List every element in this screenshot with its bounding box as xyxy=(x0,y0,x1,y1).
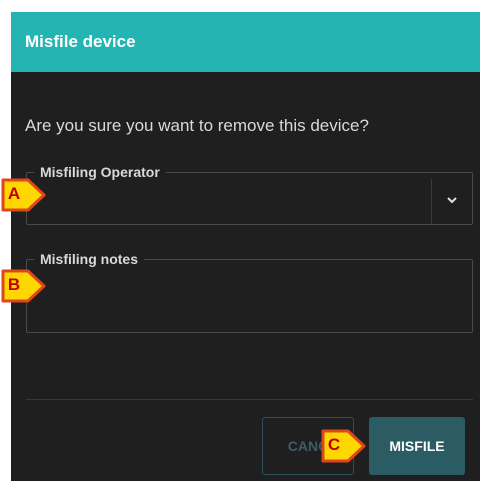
dialog-title: Misfile device xyxy=(25,32,136,51)
dialog-header: Misfile device xyxy=(11,12,480,72)
misfiling-operator-select[interactable]: Misfiling Operator xyxy=(26,164,473,225)
misfiling-notes-label: Misfiling notes xyxy=(40,251,138,267)
misfile-button[interactable]: MISFILE xyxy=(369,417,465,475)
misfiling-operator-label: Misfiling Operator xyxy=(40,164,160,180)
callout-marker-a: A xyxy=(0,177,46,215)
callout-label-a: A xyxy=(7,184,21,203)
misfile-dialog: Misfile device Are you sure you want to … xyxy=(11,12,480,481)
callout-marker-b: B xyxy=(0,268,46,306)
chevron-down-icon[interactable] xyxy=(442,190,462,210)
footer-divider xyxy=(26,399,473,400)
callout-marker-c: C xyxy=(320,428,366,466)
callout-label-b: B xyxy=(7,275,21,294)
callout-label-c: C xyxy=(327,435,341,454)
select-separator xyxy=(431,179,432,224)
confirm-question: Are you sure you want to remove this dev… xyxy=(25,116,369,135)
misfiling-notes-field[interactable]: Misfiling notes xyxy=(26,251,473,333)
